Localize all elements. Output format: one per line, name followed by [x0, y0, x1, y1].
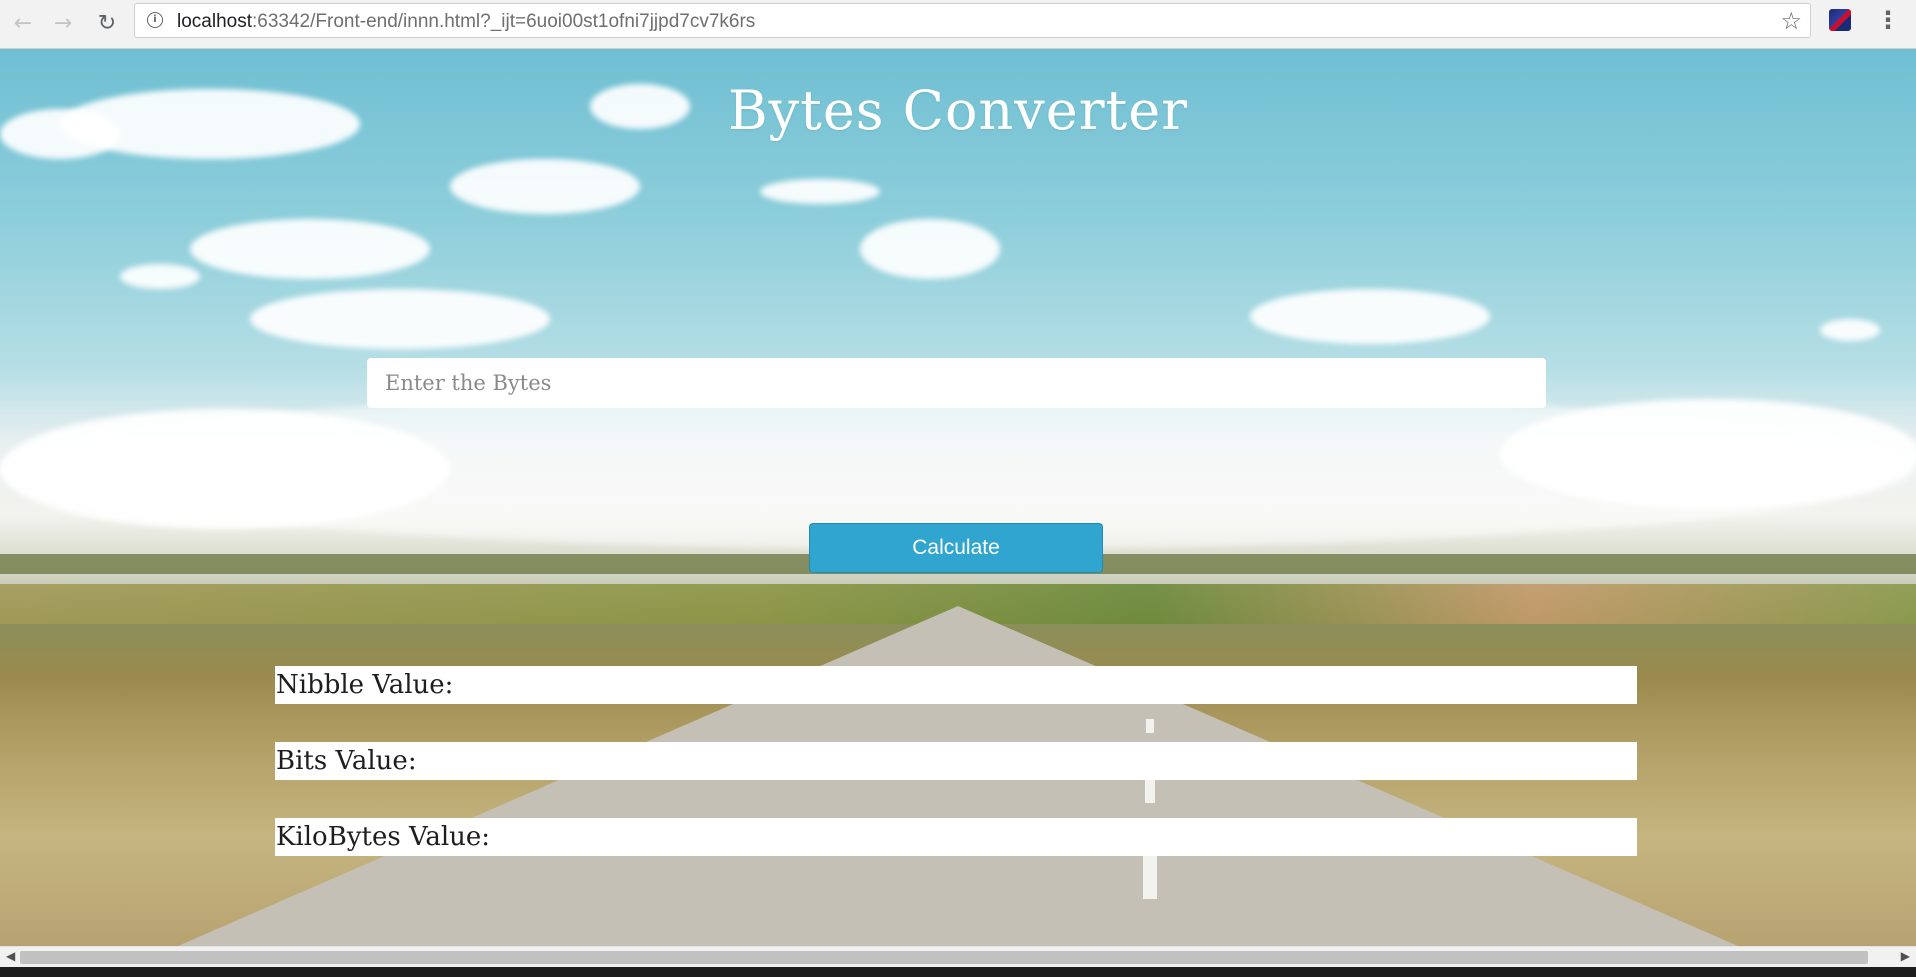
cloud-shape: [1820, 319, 1880, 341]
reload-icon[interactable]: ↻: [92, 8, 122, 38]
road-center-line: [1145, 779, 1155, 803]
address-bar[interactable]: i localhost:63342/Front-end/innn.html?_i…: [134, 3, 1811, 38]
extension-icon[interactable]: [1829, 9, 1851, 31]
bytes-input[interactable]: [367, 358, 1546, 408]
url-path: :63342/Front-end/innn.html?_ijt=6uoi00st…: [252, 11, 756, 32]
kilobytes-value-row: KiloBytes Value:: [275, 818, 1637, 856]
road-center-line: [1146, 719, 1154, 733]
url-host: localhost: [177, 11, 252, 32]
cloud-shape: [190, 219, 430, 279]
cloud-shape: [1500, 399, 1916, 509]
url-text[interactable]: localhost:63342/Front-end/innn.html?_ijt…: [177, 11, 755, 33]
cloud-shape: [120, 264, 200, 289]
scroll-right-icon[interactable]: ▶: [1901, 949, 1910, 963]
cloud-shape: [860, 219, 1000, 279]
star-icon[interactable]: ☆: [1780, 7, 1802, 35]
road-center-line: [1143, 849, 1157, 899]
os-taskbar: [0, 967, 1916, 977]
info-icon[interactable]: i: [147, 12, 163, 28]
cloud-shape: [450, 159, 640, 214]
menu-icon[interactable]: ⋮: [1876, 6, 1900, 34]
back-arrow-icon[interactable]: ←: [8, 8, 38, 38]
page-title: Bytes Converter: [727, 79, 1189, 142]
cloud-shape: [760, 179, 880, 204]
cloud-shape: [0, 409, 450, 529]
bits-value-row: Bits Value:: [275, 742, 1637, 780]
scroll-left-icon[interactable]: ◀: [6, 949, 15, 963]
calculate-button[interactable]: Calculate: [809, 523, 1103, 573]
scrollbar-thumb[interactable]: [20, 951, 1868, 964]
horizontal-scrollbar[interactable]: ◀ ▶: [0, 946, 1916, 967]
cloud-shape: [250, 289, 550, 349]
forward-arrow-icon[interactable]: →: [48, 8, 78, 38]
cloud-shape: [1250, 289, 1490, 344]
page-viewport: Bytes Converter Calculate Nibble Value: …: [0, 49, 1916, 946]
nibble-value-row: Nibble Value:: [275, 666, 1637, 704]
browser-toolbar: ← → ↻ i localhost:63342/Front-end/innn.h…: [0, 0, 1916, 49]
